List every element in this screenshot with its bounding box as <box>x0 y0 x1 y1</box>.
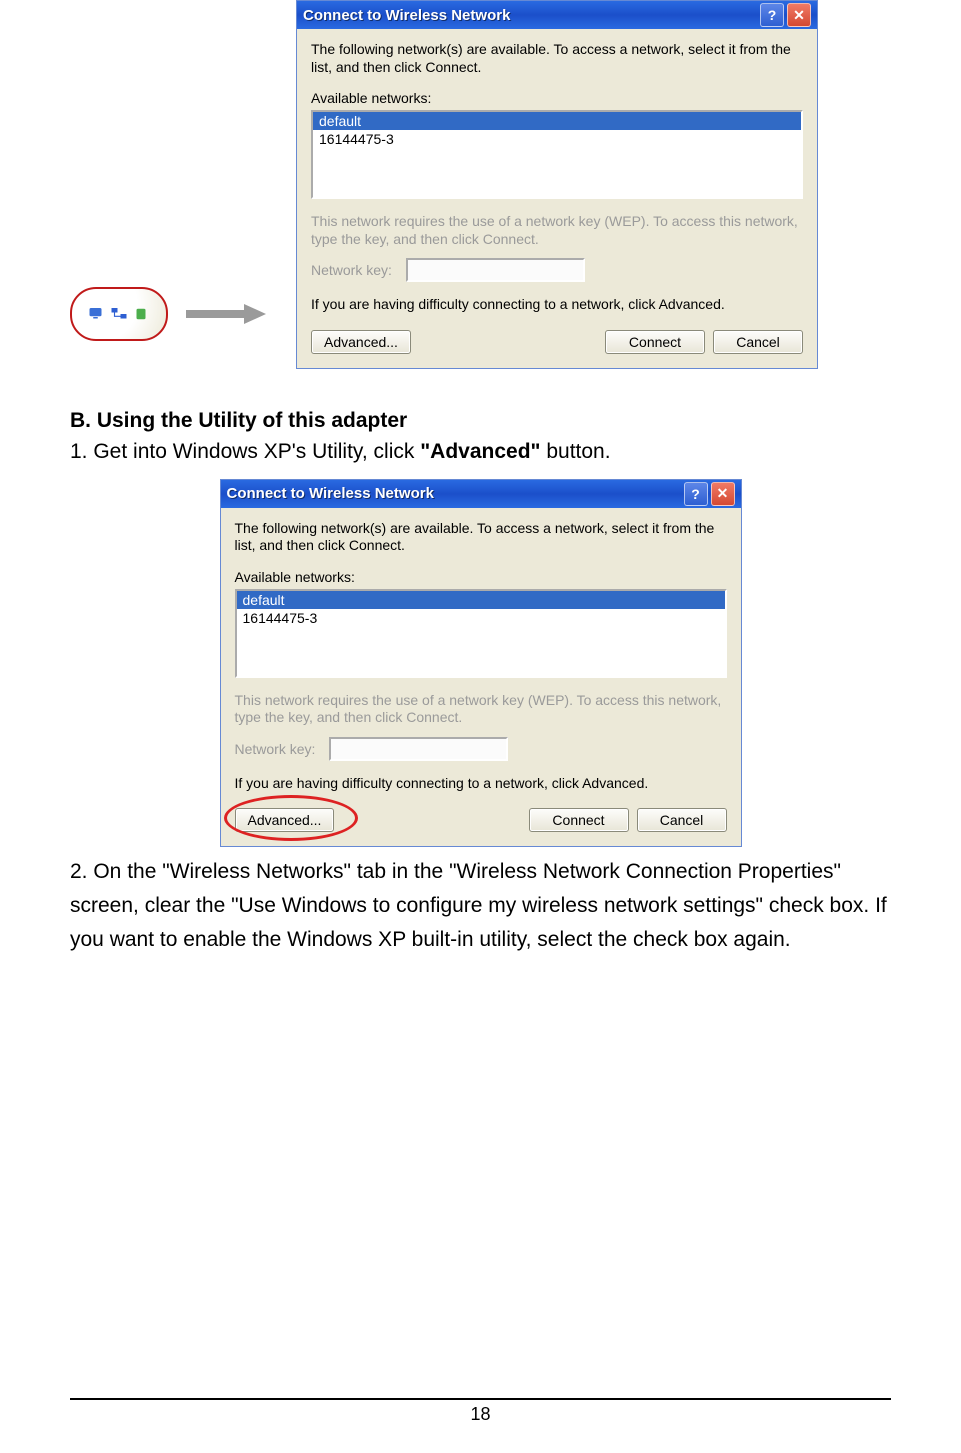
step-2-rest: screen, clear the "Use Windows to config… <box>70 894 887 951</box>
page-number: 18 <box>470 1404 490 1424</box>
step-1-post: button. <box>541 440 611 463</box>
tray-and-arrow-group <box>70 287 266 369</box>
section-b-heading: B. Using the Utility of this adapter <box>70 409 891 433</box>
difficulty-text: If you are having difficulty connecting … <box>235 775 727 793</box>
advanced-button[interactable]: Advanced... <box>311 330 411 354</box>
network-item[interactable]: 16144475-3 <box>313 130 801 148</box>
network-key-label: Network key: <box>235 741 316 757</box>
close-icon[interactable]: ✕ <box>711 482 735 506</box>
networks-listbox[interactable]: default 16144475-3 <box>311 110 803 199</box>
dialog-title: Connect to Wireless Network <box>303 7 757 24</box>
device-icon <box>132 305 150 323</box>
network-key-input[interactable] <box>329 737 508 761</box>
step-2-mid1: tab in the <box>351 860 449 883</box>
titlebar[interactable]: Connect to Wireless Network ? ✕ <box>221 480 741 508</box>
step-1-text: 1. Get into Windows XP's Utility, click … <box>70 437 891 467</box>
tray-icon-circle <box>70 287 168 341</box>
monitor-icon <box>88 305 106 323</box>
help-icon[interactable]: ? <box>760 3 784 27</box>
network-icon <box>110 305 128 323</box>
available-networks-label: Available networks: <box>311 90 803 106</box>
network-key-input[interactable] <box>406 258 585 282</box>
step-2-bold-1: "Wireless Networks" <box>162 860 351 883</box>
wep-note: This network requires the use of a netwo… <box>311 213 803 248</box>
step-2-bold-2: "Wireless Network Connection Properties" <box>449 860 841 883</box>
network-key-label: Network key: <box>311 262 392 278</box>
close-icon[interactable]: ✕ <box>787 3 811 27</box>
cancel-button[interactable]: Cancel <box>637 808 727 832</box>
help-icon[interactable]: ? <box>684 482 708 506</box>
page-footer: 18 <box>70 1398 891 1425</box>
wep-note: This network requires the use of a netwo… <box>235 692 727 727</box>
titlebar[interactable]: Connect to Wireless Network ? ✕ <box>297 1 817 29</box>
connect-button[interactable]: Connect <box>605 330 705 354</box>
connect-dialog-2: Connect to Wireless Network ? ✕ The foll… <box>220 479 742 848</box>
step-1-pre: 1. Get into Windows XP's Utility, click <box>70 440 420 463</box>
network-item-selected[interactable]: default <box>313 112 801 130</box>
cancel-button[interactable]: Cancel <box>713 330 803 354</box>
available-networks-label: Available networks: <box>235 569 727 585</box>
step-1-bold: "Advanced" <box>420 440 540 463</box>
dialog-intro-text: The following network(s) are available. … <box>235 520 727 555</box>
connect-button[interactable]: Connect <box>529 808 629 832</box>
step-2-text: 2. On the "Wireless Networks" tab in the… <box>70 855 891 956</box>
networks-listbox[interactable]: default 16144475-3 <box>235 589 727 678</box>
dialog-intro-text: The following network(s) are available. … <box>311 41 803 76</box>
connect-dialog-1: Connect to Wireless Network ? ✕ The foll… <box>296 0 818 369</box>
arrow-right-icon <box>186 304 266 324</box>
network-item[interactable]: 16144475-3 <box>237 609 725 627</box>
step-2-pre: 2. On the <box>70 860 162 883</box>
advanced-button[interactable]: Advanced... <box>235 808 335 832</box>
network-item-selected[interactable]: default <box>237 591 725 609</box>
difficulty-text: If you are having difficulty connecting … <box>311 296 803 314</box>
dialog-title: Connect to Wireless Network <box>227 485 681 502</box>
